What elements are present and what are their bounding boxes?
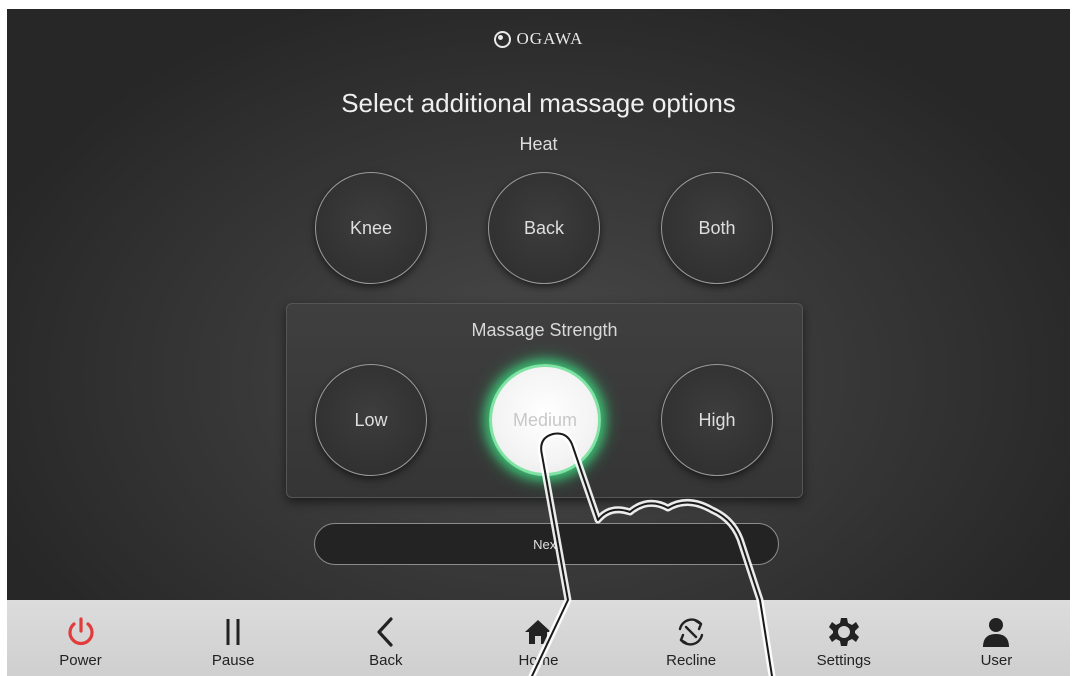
massage-strength-label: Massage Strength (471, 320, 618, 340)
strength-high-button[interactable]: High (661, 364, 773, 476)
nav-settings[interactable]: Settings (776, 600, 911, 676)
settings-icon (826, 614, 862, 650)
nav-settings-label: Settings (816, 652, 871, 669)
bottom-nav-bar: Power Pause Back Home Recline Settings U… (7, 600, 1070, 676)
nav-recline[interactable]: Recline (624, 600, 759, 676)
pause-icon (215, 614, 251, 650)
nav-pause[interactable]: Pause (166, 600, 301, 676)
recline-icon (673, 614, 709, 650)
nav-home[interactable]: Home (471, 600, 606, 676)
nav-recline-label: Recline (666, 652, 717, 669)
massage-chair-screen: OGAWA Select additional massage options … (7, 9, 1070, 676)
strength-low-button[interactable]: Low (315, 364, 427, 476)
nav-power[interactable]: Power (13, 600, 148, 676)
nav-back-label: Back (369, 652, 403, 669)
nav-power-label: Power (59, 652, 102, 669)
user-icon (978, 614, 1014, 650)
next-button[interactable]: Next (314, 523, 779, 565)
heat-both-button[interactable]: Both (661, 172, 773, 284)
nav-user-label: User (980, 652, 1013, 669)
strength-medium-button[interactable]: Medium (489, 364, 601, 476)
ogawa-logo-icon (493, 30, 511, 48)
heat-knee-button[interactable]: Knee (315, 172, 427, 284)
nav-user[interactable]: User (929, 600, 1064, 676)
back-icon (368, 614, 404, 650)
nav-pause-label: Pause (211, 652, 255, 669)
heat-back-button[interactable]: Back (488, 172, 600, 284)
ogawa-logo: OGAWA (7, 29, 1070, 49)
nav-back[interactable]: Back (318, 600, 453, 676)
nav-home-label: Home (518, 652, 559, 669)
logo-text: OGAWA (516, 29, 584, 48)
power-icon (63, 614, 99, 650)
home-icon (520, 614, 556, 650)
page-title: Select additional massage options (341, 88, 736, 118)
heat-label: Heat (519, 134, 558, 154)
